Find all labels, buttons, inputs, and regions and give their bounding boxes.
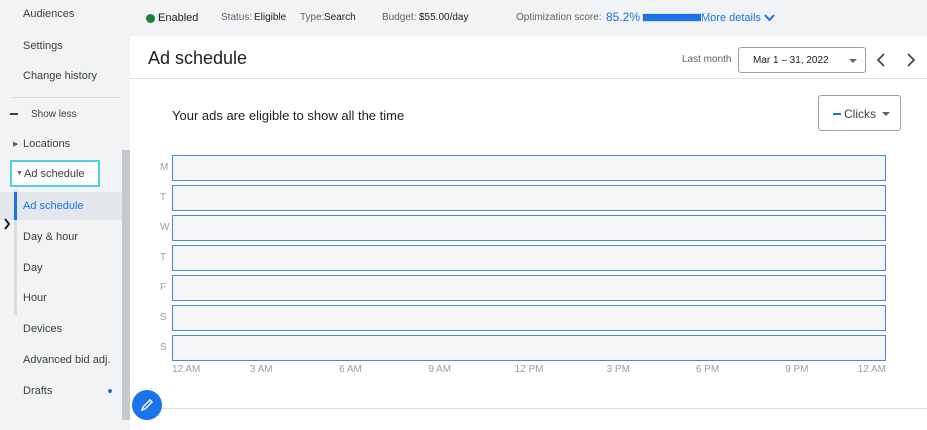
sidebar-item-devices[interactable]: Devices bbox=[0, 315, 122, 343]
day-row[interactable] bbox=[172, 215, 886, 241]
sidebar-item-label: Day bbox=[23, 262, 43, 274]
day-row[interactable] bbox=[172, 305, 886, 331]
date-range-selector[interactable]: Mar 1 – 31, 2022 bbox=[738, 47, 866, 73]
hour-label: 12 AM bbox=[172, 364, 201, 375]
day-row[interactable] bbox=[172, 275, 886, 301]
status-value: Eligible bbox=[254, 12, 287, 23]
sidebar-item-label: Audiences bbox=[23, 8, 75, 20]
hour-label: 12 AM bbox=[857, 364, 886, 375]
sidebar-scrollbar[interactable] bbox=[122, 150, 130, 420]
metric-value: Clicks bbox=[844, 107, 876, 121]
day-row[interactable] bbox=[172, 245, 886, 271]
card-bottom-divider bbox=[160, 408, 927, 409]
sidebar-item-drafts[interactable]: Drafts bbox=[0, 377, 122, 405]
metric-selector[interactable]: Clicks bbox=[818, 95, 901, 131]
more-details-link[interactable]: More details bbox=[701, 12, 761, 24]
sidebar-item-settings[interactable]: Settings bbox=[0, 32, 122, 60]
metric-legend-icon bbox=[833, 113, 841, 115]
sidebar-item-change-history[interactable]: Change history bbox=[0, 62, 122, 90]
sidebar-item-label: Change history bbox=[23, 70, 97, 82]
hour-label: 6 PM bbox=[695, 364, 720, 375]
active-indicator bbox=[14, 192, 17, 220]
sidebar-item-label: Hour bbox=[23, 292, 47, 304]
page-title: Ad schedule bbox=[148, 48, 248, 68]
hour-label: 9 PM bbox=[785, 364, 809, 375]
day-label: M bbox=[160, 162, 169, 173]
type-value: Search bbox=[324, 12, 356, 23]
sidebar-item-label: Day & hour bbox=[23, 231, 79, 243]
hour-label: 6 AM bbox=[339, 364, 362, 375]
dropdown-caret-icon bbox=[882, 112, 890, 116]
day-label: F bbox=[160, 282, 167, 293]
previous-period-button[interactable] bbox=[876, 53, 885, 67]
collapse-icon bbox=[10, 113, 18, 115]
optimization-score-label: Optimization score: bbox=[516, 12, 602, 23]
sidebar-item-label: Drafts bbox=[23, 385, 53, 397]
sidebar-item-day[interactable]: Day bbox=[0, 254, 122, 282]
sidebar-item-day-hour[interactable]: Day & hour bbox=[0, 223, 122, 251]
chevron-down-icon[interactable] bbox=[764, 14, 775, 22]
sidebar-item-hour[interactable]: Hour bbox=[0, 284, 122, 312]
sidebar-item-label: Ad schedule bbox=[23, 200, 84, 212]
hour-label: 12 PM bbox=[514, 364, 544, 375]
next-period-button[interactable] bbox=[907, 53, 916, 67]
enabled-label: Enabled bbox=[158, 12, 199, 24]
collapse-handle-icon[interactable] bbox=[4, 218, 10, 230]
triangle-right-icon: ▶ bbox=[13, 141, 19, 148]
date-preset-label: Last month bbox=[682, 54, 732, 65]
enabled-status-icon bbox=[146, 14, 155, 23]
sidebar-item-label: Show less bbox=[31, 108, 77, 120]
dropdown-caret-icon bbox=[849, 59, 857, 63]
day-row[interactable] bbox=[172, 155, 886, 181]
optimization-score-value[interactable]: 85.2% bbox=[606, 10, 640, 24]
sidebar-show-less[interactable]: Show less bbox=[0, 100, 122, 128]
pencil-icon bbox=[140, 399, 153, 412]
sidebar-item-label: Advanced bid adj. bbox=[23, 354, 111, 366]
sidebar-divider bbox=[12, 97, 120, 98]
budget-value: $55.00/day bbox=[419, 12, 469, 23]
hour-label: 3 AM bbox=[249, 364, 273, 375]
sidebar-item-label: Settings bbox=[23, 40, 63, 52]
sidebar-item-label: Ad schedule bbox=[24, 168, 85, 180]
type-label: Type: bbox=[300, 12, 325, 23]
day-label: W bbox=[160, 222, 170, 233]
status-label: Status: bbox=[221, 12, 253, 23]
sidebar-item-audiences[interactable]: Audiences bbox=[0, 0, 122, 28]
date-range-value: Mar 1 – 31, 2022 bbox=[753, 55, 829, 66]
triangle-down-icon: ▼ bbox=[16, 170, 23, 177]
edit-fab[interactable] bbox=[132, 390, 162, 420]
optimization-score-fill bbox=[643, 14, 701, 21]
sidebar-item-locations[interactable]: ▶ Locations bbox=[0, 130, 122, 158]
eligibility-message: Your ads are eligible to show all the ti… bbox=[172, 108, 405, 123]
sidebar-item-ad-schedule-group[interactable]: ▼ Ad schedule bbox=[10, 160, 100, 187]
sidebar-item-ad-schedule[interactable]: Ad schedule bbox=[0, 192, 122, 220]
new-dot-icon bbox=[108, 389, 112, 393]
hour-label: 3 PM bbox=[606, 364, 630, 375]
day-label: S bbox=[160, 312, 167, 323]
sidebar-item-advanced-bid-adj[interactable]: Advanced bid adj. bbox=[0, 346, 122, 374]
sidebar-item-label: Locations bbox=[23, 138, 71, 150]
day-row[interactable] bbox=[172, 185, 886, 211]
sidebar-item-label: Devices bbox=[23, 323, 63, 335]
day-label: T bbox=[160, 252, 167, 263]
sidebar: Audiences Settings Change history Show l… bbox=[0, 0, 130, 430]
hour-label: 9 AM bbox=[428, 364, 452, 375]
day-row[interactable] bbox=[172, 335, 886, 361]
day-label: T bbox=[160, 192, 167, 203]
day-label: S bbox=[160, 342, 167, 353]
budget-label: Budget: bbox=[382, 12, 417, 23]
